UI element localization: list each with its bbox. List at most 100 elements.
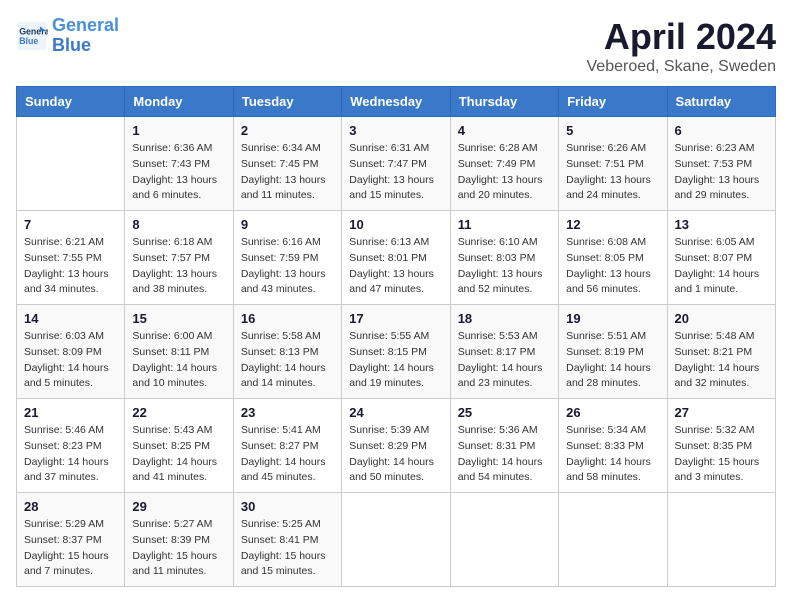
day-cell: 13 Sunrise: 6:05 AM Sunset: 8:07 PM Dayli… [667, 211, 775, 305]
day-number: 16 [241, 311, 334, 326]
calendar-header: SundayMondayTuesdayWednesdayThursdayFrid… [17, 87, 776, 117]
day-info: Sunrise: 6:34 AM Sunset: 7:45 PM Dayligh… [241, 141, 334, 204]
day-cell [342, 493, 450, 587]
svg-text:Blue: Blue [19, 36, 38, 46]
header-cell-friday: Friday [559, 87, 667, 117]
day-info: Sunrise: 5:39 AM Sunset: 8:29 PM Dayligh… [349, 423, 442, 486]
logo-text: General Blue [52, 16, 119, 56]
week-row-1: 1Sunrise: 6:36 AM Sunset: 7:43 PM Daylig… [17, 117, 776, 211]
day-info: Sunrise: 5:32 AM Sunset: 8:35 PM Dayligh… [675, 423, 768, 486]
title-area: April 2024 Veberoed, Skane, Sweden [587, 16, 776, 76]
header-cell-monday: Monday [125, 87, 233, 117]
day-number: 17 [349, 311, 442, 326]
header-row: SundayMondayTuesdayWednesdayThursdayFrid… [17, 87, 776, 117]
day-number: 23 [241, 405, 334, 420]
day-info: Sunrise: 5:58 AM Sunset: 8:13 PM Dayligh… [241, 329, 334, 392]
day-number: 5 [566, 123, 659, 138]
day-number: 11 [458, 217, 551, 232]
day-cell: 26 Sunrise: 5:34 AM Sunset: 8:33 PM Dayli… [559, 399, 667, 493]
day-number: 25 [458, 405, 551, 420]
day-number: 9 [241, 217, 334, 232]
day-info: Sunrise: 5:36 AM Sunset: 8:31 PM Dayligh… [458, 423, 551, 486]
day-cell: 12 Sunrise: 6:08 AM Sunset: 8:05 PM Dayli… [559, 211, 667, 305]
day-info: Sunrise: 5:34 AM Sunset: 8:33 PM Dayligh… [566, 423, 659, 486]
day-cell: 21 Sunrise: 5:46 AM Sunset: 8:23 PM Dayli… [17, 399, 125, 493]
day-number: 20 [675, 311, 768, 326]
day-info: Sunrise: 5:48 AM Sunset: 8:21 PM Dayligh… [675, 329, 768, 392]
day-cell: 11 Sunrise: 6:10 AM Sunset: 8:03 PM Dayli… [450, 211, 558, 305]
day-info: Sunrise: 5:43 AM Sunset: 8:25 PM Dayligh… [132, 423, 225, 486]
day-number: 19 [566, 311, 659, 326]
day-cell: 19 Sunrise: 5:51 AM Sunset: 8:19 PM Dayli… [559, 305, 667, 399]
day-cell: 14Sunrise: 6:03 AM Sunset: 8:09 PM Dayli… [17, 305, 125, 399]
page-header: General Blue General Blue April 2024 Veb… [16, 16, 776, 76]
calendar-table: SundayMondayTuesdayWednesdayThursdayFrid… [16, 86, 776, 587]
day-cell: 6Sunrise: 6:23 AM Sunset: 7:53 PM Daylig… [667, 117, 775, 211]
day-cell: 24 Sunrise: 5:39 AM Sunset: 8:29 PM Dayli… [342, 399, 450, 493]
day-info: Sunrise: 6:21 AM Sunset: 7:55 PM Dayligh… [24, 235, 117, 298]
day-info: Sunrise: 5:46 AM Sunset: 8:23 PM Dayligh… [24, 423, 117, 486]
day-number: 8 [132, 217, 225, 232]
day-number: 14 [24, 311, 117, 326]
calendar-body: 1Sunrise: 6:36 AM Sunset: 7:43 PM Daylig… [17, 117, 776, 587]
day-number: 7 [24, 217, 117, 232]
day-cell: 27 Sunrise: 5:32 AM Sunset: 8:35 PM Dayli… [667, 399, 775, 493]
day-cell: 10Sunrise: 6:13 AM Sunset: 8:01 PM Dayli… [342, 211, 450, 305]
day-number: 2 [241, 123, 334, 138]
day-cell: 16 Sunrise: 5:58 AM Sunset: 8:13 PM Dayli… [233, 305, 341, 399]
day-number: 24 [349, 405, 442, 420]
day-cell: 2 Sunrise: 6:34 AM Sunset: 7:45 PM Daylig… [233, 117, 341, 211]
day-cell: 8 Sunrise: 6:18 AM Sunset: 7:57 PM Daylig… [125, 211, 233, 305]
day-info: Sunrise: 6:05 AM Sunset: 8:07 PM Dayligh… [675, 235, 768, 298]
day-cell: 1Sunrise: 6:36 AM Sunset: 7:43 PM Daylig… [125, 117, 233, 211]
day-cell: 25 Sunrise: 5:36 AM Sunset: 8:31 PM Dayli… [450, 399, 558, 493]
day-info: Sunrise: 6:00 AM Sunset: 8:11 PM Dayligh… [132, 329, 225, 392]
day-number: 1 [132, 123, 225, 138]
logo-icon: General Blue [16, 20, 48, 52]
day-cell: 28Sunrise: 5:29 AM Sunset: 8:37 PM Dayli… [17, 493, 125, 587]
day-cell: 3Sunrise: 6:31 AM Sunset: 7:47 PM Daylig… [342, 117, 450, 211]
day-cell: 29 Sunrise: 5:27 AM Sunset: 8:39 PM Dayli… [125, 493, 233, 587]
week-row-2: 7 Sunrise: 6:21 AM Sunset: 7:55 PM Daylig… [17, 211, 776, 305]
day-number: 4 [458, 123, 551, 138]
day-cell: 30 Sunrise: 5:25 AM Sunset: 8:41 PM Dayli… [233, 493, 341, 587]
day-info: Sunrise: 6:08 AM Sunset: 8:05 PM Dayligh… [566, 235, 659, 298]
week-row-3: 14Sunrise: 6:03 AM Sunset: 8:09 PM Dayli… [17, 305, 776, 399]
day-number: 26 [566, 405, 659, 420]
day-info: Sunrise: 5:53 AM Sunset: 8:17 PM Dayligh… [458, 329, 551, 392]
day-cell: 7 Sunrise: 6:21 AM Sunset: 7:55 PM Daylig… [17, 211, 125, 305]
day-info: Sunrise: 5:27 AM Sunset: 8:39 PM Dayligh… [132, 517, 225, 580]
day-number: 30 [241, 499, 334, 514]
day-number: 18 [458, 311, 551, 326]
day-info: Sunrise: 6:10 AM Sunset: 8:03 PM Dayligh… [458, 235, 551, 298]
day-cell: 17 Sunrise: 5:55 AM Sunset: 8:15 PM Dayli… [342, 305, 450, 399]
day-info: Sunrise: 6:26 AM Sunset: 7:51 PM Dayligh… [566, 141, 659, 204]
day-number: 28 [24, 499, 117, 514]
day-info: Sunrise: 5:41 AM Sunset: 8:27 PM Dayligh… [241, 423, 334, 486]
header-cell-thursday: Thursday [450, 87, 558, 117]
header-cell-sunday: Sunday [17, 87, 125, 117]
day-cell [559, 493, 667, 587]
day-cell: 15Sunrise: 6:00 AM Sunset: 8:11 PM Dayli… [125, 305, 233, 399]
day-number: 21 [24, 405, 117, 420]
day-number: 22 [132, 405, 225, 420]
day-cell: 4 Sunrise: 6:28 AM Sunset: 7:49 PM Daylig… [450, 117, 558, 211]
day-number: 6 [675, 123, 768, 138]
day-cell [450, 493, 558, 587]
week-row-4: 21 Sunrise: 5:46 AM Sunset: 8:23 PM Dayli… [17, 399, 776, 493]
day-number: 13 [675, 217, 768, 232]
day-info: Sunrise: 6:18 AM Sunset: 7:57 PM Dayligh… [132, 235, 225, 298]
day-cell [17, 117, 125, 211]
day-info: Sunrise: 6:28 AM Sunset: 7:49 PM Dayligh… [458, 141, 551, 204]
header-cell-saturday: Saturday [667, 87, 775, 117]
logo: General Blue General Blue [16, 16, 119, 56]
day-info: Sunrise: 5:25 AM Sunset: 8:41 PM Dayligh… [241, 517, 334, 580]
day-number: 27 [675, 405, 768, 420]
header-cell-wednesday: Wednesday [342, 87, 450, 117]
day-info: Sunrise: 5:55 AM Sunset: 8:15 PM Dayligh… [349, 329, 442, 392]
day-number: 12 [566, 217, 659, 232]
svg-text:General: General [19, 26, 48, 36]
day-info: Sunrise: 5:51 AM Sunset: 8:19 PM Dayligh… [566, 329, 659, 392]
day-number: 29 [132, 499, 225, 514]
day-cell [667, 493, 775, 587]
